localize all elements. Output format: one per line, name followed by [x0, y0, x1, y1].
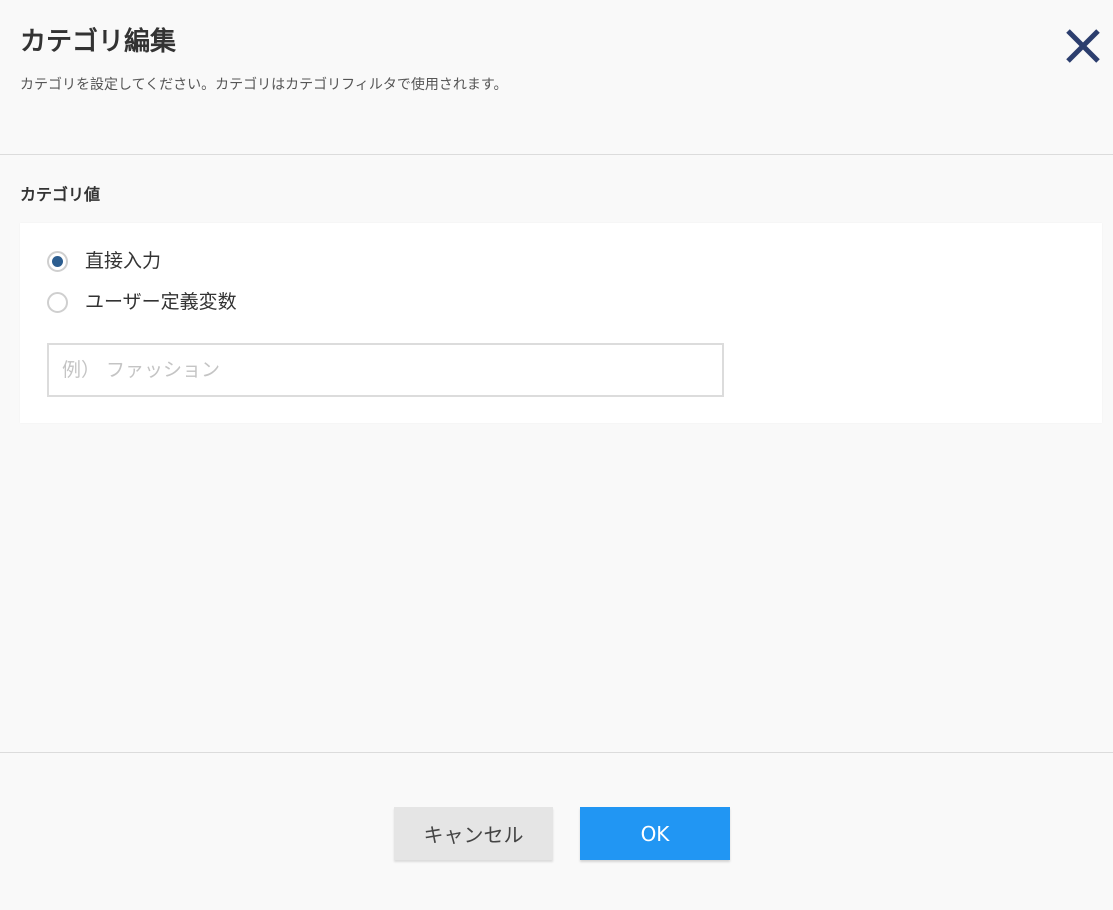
dialog-footer: キャンセル OK: [0, 752, 1113, 910]
close-button[interactable]: [1061, 24, 1105, 68]
ok-button[interactable]: OK: [580, 807, 730, 860]
category-edit-dialog: カテゴリ編集 カテゴリを設定してください。カテゴリはカテゴリフィルタで使用されま…: [0, 0, 1113, 910]
radio-label-user-variable: ユーザー定義変数: [85, 291, 237, 313]
radio-button-unchecked[interactable]: [47, 291, 68, 313]
dialog-description: カテゴリを設定してください。カテゴリはカテゴリフィルタで使用されます。: [20, 77, 508, 93]
cancel-button[interactable]: キャンセル: [394, 807, 553, 860]
category-value-input[interactable]: [47, 343, 724, 397]
close-icon: [1066, 29, 1100, 63]
category-value-panel: 直接入力 ユーザー定義変数: [20, 223, 1102, 423]
dialog-title: カテゴリ編集: [20, 27, 177, 57]
category-value-label: カテゴリ値: [20, 185, 101, 204]
radio-label-direct-input: 直接入力: [85, 250, 162, 272]
radio-button-checked[interactable]: [47, 250, 68, 272]
radio-user-variable[interactable]: ユーザー定義変数: [47, 289, 237, 315]
dialog-header: カテゴリ編集 カテゴリを設定してください。カテゴリはカテゴリフィルタで使用されま…: [0, 0, 1113, 155]
radio-direct-input[interactable]: 直接入力: [47, 248, 161, 274]
